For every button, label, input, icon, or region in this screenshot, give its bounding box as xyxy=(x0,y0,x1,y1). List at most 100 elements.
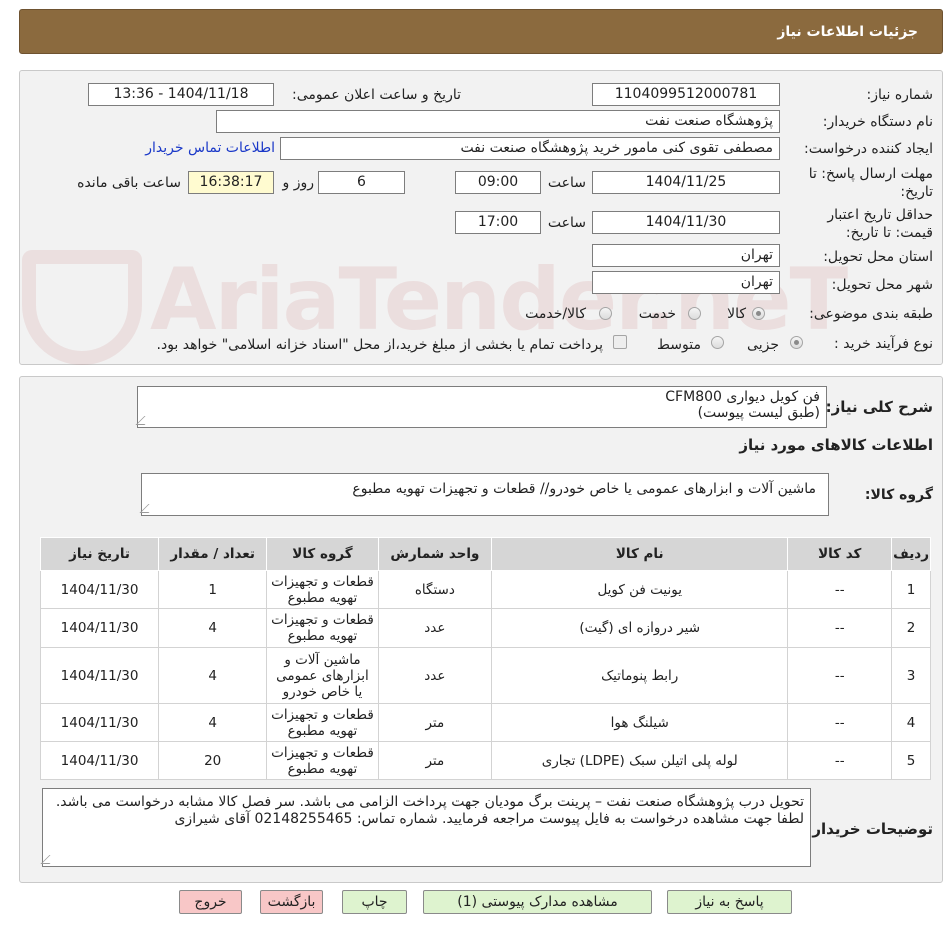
goods-group-value: ماشین آلات و ابزارهای عمومی یا خاص خودرو… xyxy=(352,481,816,497)
cell-group: ماشین آلات و ابزارهای عمومی یا خاص خودرو xyxy=(266,647,379,704)
creator-label: ایجاد کننده درخواست: xyxy=(804,141,933,157)
treasury-checkbox[interactable] xyxy=(613,335,627,349)
back-button[interactable]: بازگشت xyxy=(260,890,323,914)
summary-textarea: فن کویل دیواری CFM800 (طبق لیست پیوست) xyxy=(135,386,827,428)
cell-row: 2 xyxy=(891,608,931,648)
cell-row: 5 xyxy=(891,741,931,780)
price-validity-label: حداقل تاریخ اعتبار قیمت: تا تاریخ: xyxy=(827,207,933,241)
process-type-label: نوع فرآیند خرید : xyxy=(834,336,933,352)
page-title: جزئیات اطلاعات نیاز xyxy=(777,24,918,40)
buyer-notes-textarea: تحویل درب پژوهشگاه صنعت نفت – پرینت برگ … xyxy=(40,788,811,867)
cell-unit: عدد xyxy=(377,608,493,648)
process-option-medium: متوسط xyxy=(657,337,701,353)
process-radio-minor[interactable] xyxy=(790,336,803,349)
goods-group-textarea: ماشین آلات و ابزارهای عمومی یا خاص خودرو… xyxy=(139,473,829,516)
province-field: تهران xyxy=(592,244,780,267)
city-label: شهر محل تحویل: xyxy=(831,277,933,293)
announce-datetime-field: 1404/11/18 - 13:36 xyxy=(88,83,274,106)
goods-section-title: اطلاعات کالاهای مورد نیاز xyxy=(739,436,933,454)
cell-name: شیر دروازه ای (گیت) xyxy=(491,608,789,648)
col-group: گروه کالا xyxy=(266,537,379,571)
need-number-field: 1104099512000781 xyxy=(592,83,780,106)
reply-time-field: 09:00 xyxy=(455,171,541,194)
cell-unit: دستگاه xyxy=(377,570,493,609)
goods-group-label: گروه کالا: xyxy=(864,487,933,503)
cell-group: قطعات و تجهیزات تهویه مطبوع xyxy=(266,703,379,742)
process-radio-medium[interactable] xyxy=(711,336,724,349)
table-row: 5 -- لوله پلی اتیلن سبک (LDPE) تجاری متر… xyxy=(39,741,931,780)
col-name: نام کالا xyxy=(491,537,789,571)
cell-row: 1 xyxy=(891,570,931,609)
summary-line-2: (طبق لیست پیوست) xyxy=(697,405,820,421)
cell-date: 1404/11/30 xyxy=(39,570,160,609)
col-row: ردیف xyxy=(891,537,931,571)
cell-unit: متر xyxy=(377,741,493,780)
cell-group: قطعات و تجهیزات تهویه مطبوع xyxy=(266,741,379,780)
cell-date: 1404/11/30 xyxy=(39,647,160,704)
cell-name: رابط پنوماتیک xyxy=(491,647,789,704)
remaining-time-label: ساعت باقی مانده xyxy=(77,175,181,191)
exit-button[interactable]: خروج xyxy=(179,890,242,914)
cell-name: شیلنگ هوا xyxy=(491,703,789,742)
table-header-row: ردیف کد کالا نام کالا واحد شمارش گروه کا… xyxy=(39,537,931,571)
cell-date: 1404/11/30 xyxy=(39,703,160,742)
col-code: کد کالا xyxy=(787,537,893,571)
cell-code: -- xyxy=(787,703,893,742)
cell-quantity: 1 xyxy=(158,570,268,609)
category-option-service: خدمت xyxy=(638,306,676,322)
summary-line-1: فن کویل دیواری CFM800 xyxy=(665,389,820,405)
process-option-minor: جزیی xyxy=(747,337,779,353)
cell-quantity: 4 xyxy=(158,647,268,704)
col-date: تاریخ نیاز xyxy=(39,537,160,571)
category-label: طبقه بندی موضوعی: xyxy=(809,306,933,322)
table-row: 3 -- رابط پنوماتیک عدد ماشین آلات و ابزا… xyxy=(39,647,931,704)
buyer-label: نام دستگاه خریدار: xyxy=(822,114,933,130)
cell-name: یونیت فن کویل xyxy=(491,570,789,609)
province-label: استان محل تحویل: xyxy=(823,249,933,265)
print-button[interactable]: چاپ xyxy=(342,890,407,914)
validity-date-field: 1404/11/30 xyxy=(592,211,780,234)
reply-time-label: ساعت xyxy=(547,175,586,191)
resize-grip-icon[interactable] xyxy=(40,855,59,864)
category-option-goods: کالا xyxy=(727,306,746,322)
cell-code: -- xyxy=(787,741,893,780)
reply-date-field: 1404/11/25 xyxy=(592,171,780,194)
cell-row: 4 xyxy=(891,703,931,742)
days-label: روز و xyxy=(282,175,315,191)
cell-quantity: 20 xyxy=(158,741,268,780)
days-remaining-field: 6 xyxy=(318,171,405,194)
goods-table: ردیف کد کالا نام کالا واحد شمارش گروه کا… xyxy=(39,537,931,780)
summary-label: شرح کلی نیاز: xyxy=(825,398,933,416)
creator-field: مصطفی تقوی کنی مامور خرید پژوهشگاه صنعت … xyxy=(280,137,780,160)
city-field: تهران xyxy=(592,271,780,294)
cell-date: 1404/11/30 xyxy=(39,608,160,648)
validity-time-field: 17:00 xyxy=(455,211,541,234)
cell-code: -- xyxy=(787,570,893,609)
col-unit: واحد شمارش xyxy=(377,537,493,571)
need-number-label: شماره نیاز: xyxy=(866,87,934,103)
cell-quantity: 4 xyxy=(158,703,268,742)
buyer-field: پژوهشگاه صنعت نفت xyxy=(216,110,780,133)
validity-time-label: ساعت xyxy=(547,215,586,231)
cell-group: قطعات و تجهیزات تهویه مطبوع xyxy=(266,570,379,609)
cell-date: 1404/11/30 xyxy=(39,741,160,780)
announce-label: تاریخ و ساعت اعلان عمومی: xyxy=(292,87,461,103)
cell-unit: عدد xyxy=(377,647,493,704)
cell-unit: متر xyxy=(377,703,493,742)
category-radio-goods-service[interactable] xyxy=(599,307,612,320)
cell-code: -- xyxy=(787,647,893,704)
buyer-contact-link[interactable]: اطلاعات تماس خریدار xyxy=(145,140,275,156)
cell-row: 3 xyxy=(891,647,931,704)
buyer-notes-text: تحویل درب پژوهشگاه صنعت نفت – پرینت برگ … xyxy=(55,794,804,827)
resize-grip-icon[interactable] xyxy=(139,504,158,513)
table-row: 4 -- شیلنگ هوا متر قطعات و تجهیزات تهویه… xyxy=(39,703,931,742)
page-header: جزئیات اطلاعات نیاز xyxy=(19,9,943,54)
category-radio-goods[interactable] xyxy=(752,307,765,320)
category-radio-service[interactable] xyxy=(688,307,701,320)
reply-button[interactable]: پاسخ به نیاز xyxy=(667,890,792,914)
buyer-notes-label: توضیحات خریدار: xyxy=(806,820,933,838)
col-quantity: تعداد / مقدار xyxy=(158,537,268,571)
cell-quantity: 4 xyxy=(158,608,268,648)
cell-name: لوله پلی اتیلن سبک (LDPE) تجاری xyxy=(491,741,789,780)
view-attachments-button[interactable]: مشاهده مدارک پیوستی (1) xyxy=(423,890,652,914)
